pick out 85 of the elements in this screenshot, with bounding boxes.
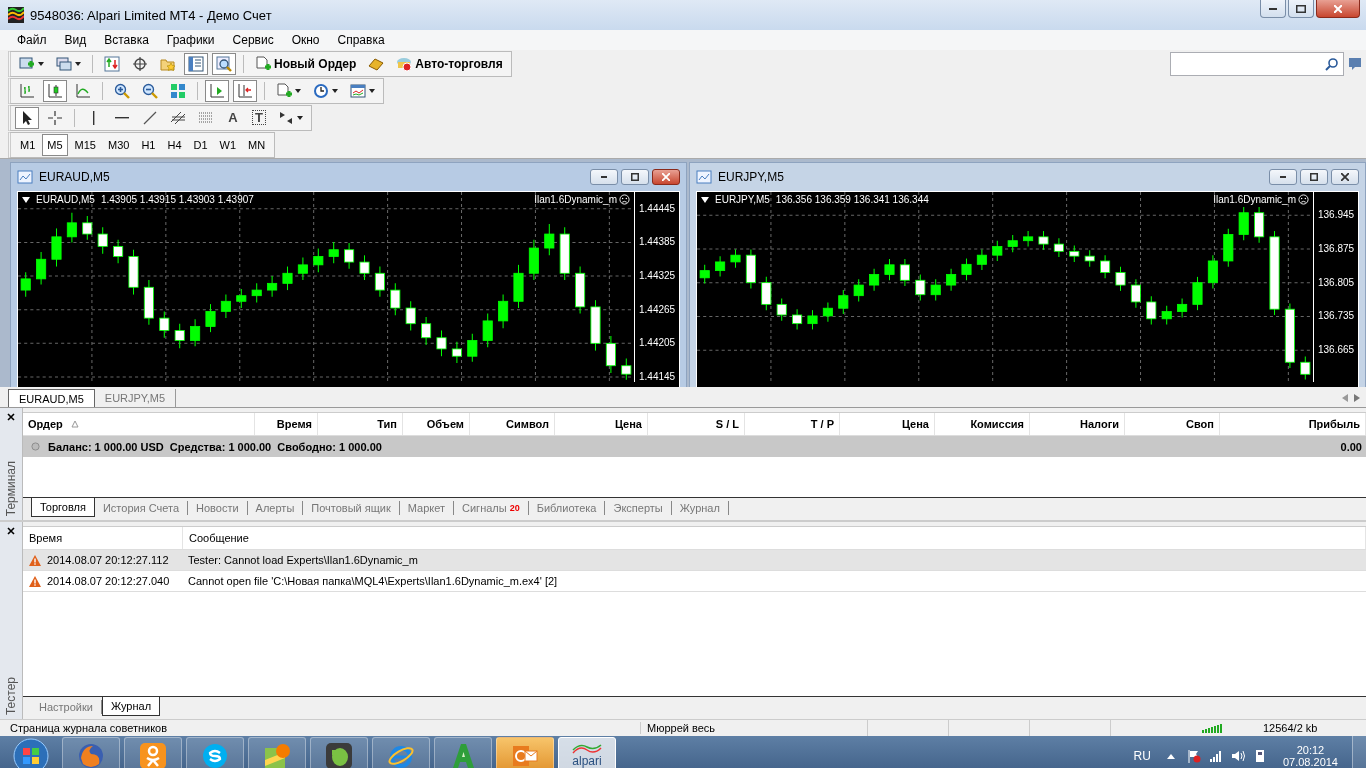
panel-tab[interactable]: Алерты [247,501,304,515]
panel-tab[interactable]: Новости [188,501,248,515]
chart-symbol: EURJPY,M5 [715,194,770,205]
column-header[interactable]: T / P [810,418,834,430]
panel-tab[interactable]: Эксперты [605,501,672,515]
menu-item[interactable]: Графики [157,33,224,47]
chart-symbol: EURAUD,M5 [36,194,95,205]
log-row[interactable]: 2014.08.07 20:12:27.112 Tester: Cannot load Experts\Ilan1.6Dynamic_m [23,550,1366,571]
panel-tab[interactable]: Маркет [399,501,455,515]
column-header[interactable]: Символ [506,418,549,430]
panel-tab[interactable]: Журнал [101,697,161,716]
chart-window-title: EURJPY,M5 [718,170,784,184]
panel-tab[interactable]: Сигналы 20 [454,501,529,515]
chart-prices: 136.356 136.359 136.341 136.344 [775,194,929,205]
text-tool-button[interactable]: A [222,106,244,129]
column-header[interactable]: S / L [715,418,739,430]
column-header[interactable]: Своп [1186,418,1214,430]
column-header[interactable]: Прибыль [1308,418,1360,430]
timeframe-button[interactable]: M15 [69,133,101,156]
log-message: Tester: Cannot load Experts\Ilan1.6Dynamic_m [187,554,419,566]
panel-tab[interactable]: Почтовый ящик [303,501,400,515]
panel-tab[interactable]: Библиотека [528,501,606,515]
menu-item[interactable]: Вставка [95,33,158,47]
log-time: 2014.08.07 20:12:27.112 [47,554,169,566]
language-indicator[interactable]: RU [1133,749,1151,763]
status-template: Мюррей весь [640,722,867,734]
column-header[interactable]: Ордер [28,418,63,430]
column-header[interactable]: Налоги [1080,418,1119,430]
timeframe-button[interactable]: H1 [136,133,161,156]
log-time: 2014.08.07 20:12:27.040 [47,575,170,587]
log-message: Cannot open file 'C:\Новая папка\MQL4\Experts\Ilan1.6Dynamic_m.ex4' [2] [187,575,559,587]
price-label: 1.44385 [639,236,676,249]
menu-item[interactable]: Вид [55,33,96,47]
column-header[interactable]: Цена [901,418,929,430]
expert-name: Ilan1.6Dynamic_m [1213,194,1296,205]
new-order-button[interactable]: Новый Ордер [251,52,361,75]
taskbar-app[interactable]: alpari [558,737,616,768]
column-header[interactable]: Время [276,418,312,430]
window-title: 9548036: Alpari Limited MT4 - Демо Счет [30,7,272,23]
menu-item[interactable]: Файл [8,33,56,47]
panel-label: Терминал [4,460,18,516]
timeframe-button[interactable]: MN [243,133,271,156]
menu-item[interactable]: Окно [282,33,329,47]
status-traffic: 12564/2 kb [1262,722,1318,734]
timeframe-button[interactable]: M1 [15,133,41,156]
panel-tab[interactable]: Торговля [31,498,95,517]
clock[interactable]: 20:12 07.08.2014 [1272,744,1348,768]
profit-value: 0.00 [1340,440,1362,453]
timeframe-button[interactable]: M5 [42,133,68,156]
price-label: 136.665 [1318,344,1355,357]
chart-tab[interactable]: EURAUD,M5 [8,389,95,407]
timeframe-button[interactable]: W1 [214,133,242,156]
price-label: 136.805 [1318,276,1355,289]
chart-tab[interactable]: EURJPY,M5 [94,389,177,407]
chart-window-title: EURAUD,M5 [39,170,110,184]
timeframe-button[interactable]: D1 [188,133,213,156]
panel-tab[interactable]: Журнал [671,501,729,515]
expert-name: Ilan1.6Dynamic_m [534,194,617,205]
text-label-button[interactable]: T [248,106,270,129]
chart-prices: 1.43905 1.43915 1.43903 1.43907 [100,194,254,205]
price-label: 136.875 [1318,242,1355,255]
price-label: 136.945 [1318,209,1355,222]
column-header[interactable]: Сообщение [183,527,1366,549]
log-row[interactable]: 2014.08.07 20:12:27.040 Cannot open file 'C:\Новая папка\MQL4\Experts\Ilan1.6Dynamic_m.ex4' [2] [23,571,1366,592]
price-label: 1.44205 [639,337,676,350]
timeframe-button[interactable]: M30 [102,133,135,156]
menu-item[interactable]: Сервис [223,33,283,47]
status-text: Страница журнала советников [9,722,169,734]
column-header[interactable]: Цена [614,418,642,430]
price-label: 1.44265 [639,303,676,316]
price-label: 136.735 [1318,310,1355,323]
panel-tab[interactable]: Настройки [31,700,102,714]
column-header[interactable]: Объем [426,418,464,430]
timeframe-button[interactable]: H4 [162,133,187,156]
auto-trading-button[interactable]: Авто-торговля [392,52,507,75]
price-label: 1.44445 [639,202,676,215]
panel-label: Тестер [4,676,18,715]
column-header[interactable]: Тип [377,418,397,430]
panel-tab[interactable]: История Счета [94,501,188,515]
menu-item[interactable]: Справка [328,33,394,47]
price-label: 1.44145 [639,370,676,383]
column-header[interactable]: Комиссия [970,418,1024,430]
price-label: 1.44325 [639,270,676,283]
column-header[interactable]: Время [23,527,183,549]
balance-text: Баланс: 1 000.00 USD Средства: 1 000.00 Свободно: 1 000.00 [48,440,382,453]
